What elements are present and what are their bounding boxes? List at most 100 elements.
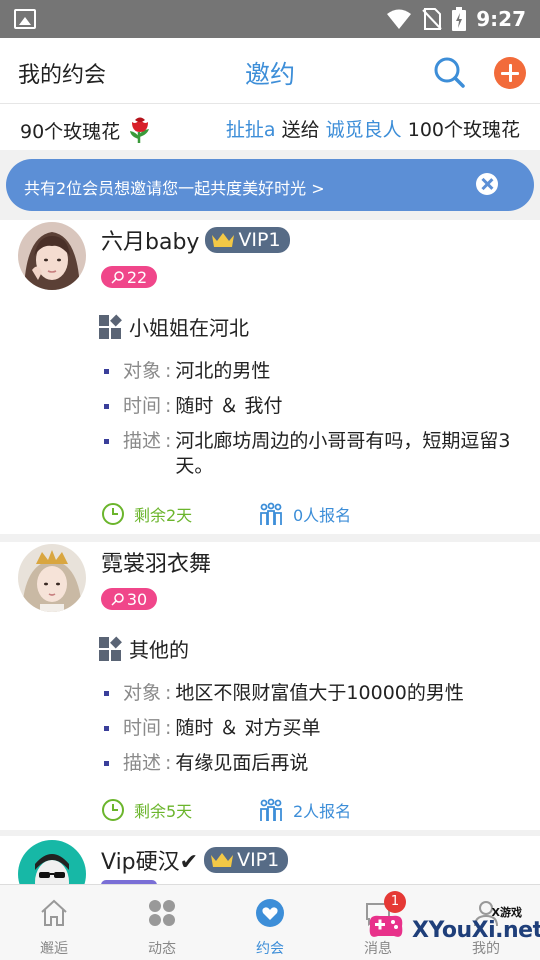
heart-icon xyxy=(256,899,284,927)
people-icon xyxy=(260,502,282,525)
detail-separator: : xyxy=(165,360,172,382)
tab-encounter[interactable]: 邂逅 xyxy=(0,885,108,960)
category-title: 小姐姐在河北 xyxy=(129,316,249,340)
detail-label: 对象 xyxy=(123,360,162,382)
user-name[interactable]: Vip硬汉✔ xyxy=(101,844,198,876)
search-icon[interactable] xyxy=(432,55,466,89)
gift-message: 扯扯a 送给 诚觅良人 100个玫瑰花 xyxy=(226,115,520,142)
detail-time: 时间: 随时 ＆ 我付 xyxy=(104,394,524,419)
people-icon xyxy=(260,798,282,821)
gamepad-logo-icon xyxy=(369,915,403,937)
crown-icon xyxy=(212,233,235,247)
tab-label: 动态 xyxy=(148,941,176,957)
detail-separator: : xyxy=(165,752,172,774)
rose-ticker: 90个玫瑰花 扯扯a 送给 诚觅良人 100个玫瑰花 xyxy=(0,104,540,150)
clock-icon xyxy=(102,503,124,525)
detail-value: 地区不限财富值大于10000的男性 xyxy=(175,682,464,704)
detail-separator: : xyxy=(165,395,172,417)
close-icon[interactable] xyxy=(476,173,498,195)
avatar[interactable] xyxy=(18,222,86,290)
signup-text[interactable]: 0人报名 xyxy=(293,502,351,526)
battery-charging-icon xyxy=(452,7,467,31)
gift-sender[interactable]: 扯扯a xyxy=(226,119,276,141)
card-footer: 剩余2天 0人报名 xyxy=(101,502,351,526)
rose-outline-icon xyxy=(111,271,124,284)
signup-count[interactable]: 2人报名 xyxy=(257,798,351,822)
detail-description: 描述: 河北廊坊周边的小哥哥有吗，短期逗留3天。 xyxy=(104,429,524,479)
vip-badge: VIP1 xyxy=(204,847,289,873)
user-name-row: 霓裳羽衣舞 xyxy=(101,546,211,578)
watermark-text: XYouXi.net xyxy=(412,918,540,943)
detail-value: 随时 ＆ 对方买单 xyxy=(175,717,321,739)
clock-icon xyxy=(102,799,124,821)
app-header: 我的约会 邀约 xyxy=(0,38,540,104)
detail-value: 河北的男性 xyxy=(175,360,271,382)
detail-target: 对象: 地区不限财富值大于10000的男性 xyxy=(104,681,524,706)
home-icon xyxy=(41,899,67,926)
vip-level: VIP1 xyxy=(238,229,281,251)
detail-label: 时间 xyxy=(123,717,162,739)
my-roses-count: 90个玫瑰花 xyxy=(20,120,121,143)
no-sim-icon xyxy=(422,8,442,30)
crown-icon xyxy=(211,853,234,867)
date-card[interactable]: Vip硬汉✔ VIP1 xyxy=(0,836,540,884)
gift-receiver[interactable]: 诚觅良人 xyxy=(326,119,402,141)
category-title: 其他的 xyxy=(129,638,189,662)
tab-moments[interactable]: 动态 xyxy=(108,885,216,960)
signup-count[interactable]: 0人报名 xyxy=(257,502,351,526)
rose-count: 30 xyxy=(126,589,148,609)
date-category: 其他的 xyxy=(99,634,189,663)
system-icons: 9:27 xyxy=(386,6,526,32)
my-roses: 90个玫瑰花 xyxy=(20,115,154,145)
vip-level: VIP1 xyxy=(237,849,280,871)
detail-label: 对象 xyxy=(123,682,162,704)
category-icon xyxy=(99,314,123,339)
detail-value: 河北廊坊周边的小哥哥有吗，短期逗留3天。 xyxy=(175,430,511,477)
detail-separator: : xyxy=(165,682,172,704)
detail-label: 描述 xyxy=(123,430,162,452)
detail-time: 时间: 随时 ＆ 对方买单 xyxy=(104,716,524,741)
gift-amount: 100个玫瑰花 xyxy=(401,119,520,141)
wifi-icon xyxy=(387,9,412,29)
invite-banner-text[interactable]: 共有2位会员想邀请您一起共度美好时光 > xyxy=(24,175,325,199)
date-card[interactable]: 六月baby VIP1 22 小姐姐在河北 对象: 河北的男性 时间: 随时 ＆ 我… xyxy=(0,220,540,534)
detail-label: 描述 xyxy=(123,752,162,774)
date-category: 小姐姐在河北 xyxy=(99,312,249,341)
tab-label: 约会 xyxy=(256,941,284,957)
date-card[interactable]: 霓裳羽衣舞 30 其他的 对象: 地区不限财富值大于10000的男性 时间: 随时 … xyxy=(0,542,540,830)
rose-count: 22 xyxy=(126,267,148,287)
remaining-time: 剩余2天 xyxy=(101,502,257,526)
remaining-text: 剩余5天 xyxy=(134,802,193,821)
card-footer: 剩余5天 2人报名 xyxy=(101,798,351,822)
signup-text[interactable]: 2人报名 xyxy=(293,798,351,822)
detail-separator: : xyxy=(165,430,172,452)
detail-separator: : xyxy=(165,717,172,739)
add-icon[interactable] xyxy=(494,57,526,89)
detail-description: 描述: 有缘见面后再说 xyxy=(104,751,524,776)
detail-target: 对象: 河北的男性 xyxy=(104,359,524,384)
invite-banner[interactable]: 共有2位会员想邀请您一起共度美好时光 > xyxy=(6,159,534,211)
user-name-row: Vip硬汉✔ VIP1 xyxy=(101,844,289,876)
image-notification-icon xyxy=(14,9,36,29)
detail-value: 有缘见面后再说 xyxy=(175,752,309,774)
gift-verb: 送给 xyxy=(275,119,326,141)
rose-count-badge: 30 xyxy=(101,588,157,610)
user-name[interactable]: 霓裳羽衣舞 xyxy=(101,546,211,578)
vip-badge: VIP1 xyxy=(205,227,290,253)
detail-label: 时间 xyxy=(123,395,162,417)
grid-icon xyxy=(149,900,175,926)
avatar[interactable] xyxy=(18,544,86,612)
avatar[interactable] xyxy=(18,840,86,884)
category-icon xyxy=(99,636,123,661)
remaining-time: 剩余5天 xyxy=(101,798,257,822)
clock: 9:27 xyxy=(476,7,526,31)
user-name[interactable]: 六月baby xyxy=(101,224,199,256)
remaining-text: 剩余2天 xyxy=(134,506,193,525)
tab-label: 邂逅 xyxy=(40,941,68,957)
tab-dates[interactable]: 约会 xyxy=(216,885,324,960)
rose-icon xyxy=(130,117,150,143)
status-bar: 9:27 xyxy=(0,0,540,38)
rose-count-badge: 22 xyxy=(101,266,157,288)
detail-value: 随时 ＆ 我付 xyxy=(175,395,283,417)
watermark: X游戏 XYouXi.net xyxy=(364,900,540,956)
